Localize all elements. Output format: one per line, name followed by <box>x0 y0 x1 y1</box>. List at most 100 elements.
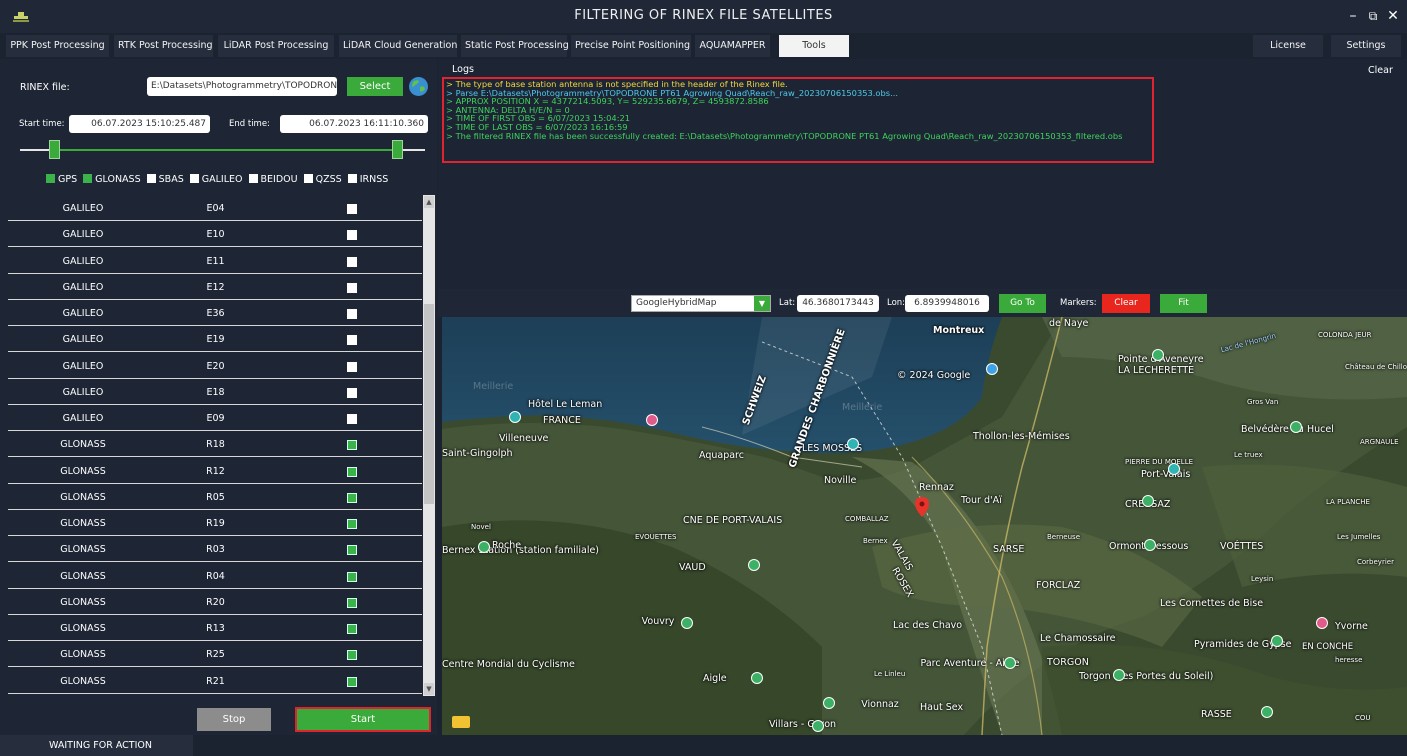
tab-ppk-post-processing[interactable]: PPK Post Processing <box>6 35 109 57</box>
end-time-handle[interactable] <box>392 140 403 159</box>
park-pin-icon[interactable] <box>1271 635 1283 647</box>
tab-tools[interactable]: Tools <box>779 35 849 57</box>
location-marker-icon[interactable] <box>915 497 929 517</box>
rinex-file-input[interactable]: E:\Datasets\Photogrammetry\TOPODRONE PT6… <box>147 77 337 96</box>
constellation-galileo[interactable]: GALILEO <box>189 174 243 185</box>
constellation-gps[interactable]: GPS <box>46 174 77 185</box>
park-pin-icon[interactable] <box>823 697 835 709</box>
scroll-down-icon[interactable]: ▼ <box>424 683 434 695</box>
end-time-input[interactable]: 06.07.2023 16:11:10.360 <box>280 115 428 133</box>
satellite-checkbox[interactable] <box>347 650 357 661</box>
satellite-row[interactable]: GALILEO E36 <box>8 300 422 326</box>
close-button[interactable]: ✕ <box>1383 6 1403 26</box>
satellite-row[interactable]: GLONASSR14 <box>8 694 422 696</box>
poi-pin-icon[interactable] <box>986 363 998 375</box>
start-button[interactable]: Start <box>295 707 431 732</box>
satellite-row[interactable]: GALILEO E12 <box>8 274 422 300</box>
satellite-checkbox[interactable] <box>347 230 357 241</box>
satellite-row[interactable]: GLONASS R12 <box>8 458 422 484</box>
satellite-checkbox[interactable] <box>347 335 357 346</box>
tab-lidar-cloud-generation[interactable]: LiDAR Cloud Generation <box>339 35 457 57</box>
stop-button[interactable]: Stop <box>197 708 271 731</box>
satellite-checkbox[interactable] <box>347 309 357 319</box>
lat-input[interactable]: 46.3680173443 <box>797 295 879 312</box>
markers-clear-button[interactable]: Clear <box>1102 294 1150 313</box>
logs-clear-button[interactable]: Clear <box>1368 65 1393 76</box>
poi-pin-icon[interactable] <box>509 411 521 423</box>
sbas-checkbox[interactable] <box>146 174 156 183</box>
select-button[interactable]: Select <box>347 77 403 96</box>
satellite-map[interactable]: Montreux de Naye COLONDA JEUR Lac de l'H… <box>442 317 1407 735</box>
satellite-checkbox[interactable] <box>347 204 357 214</box>
poi-pin-icon[interactable] <box>1316 617 1328 629</box>
satellite-row[interactable]: GLONASS R05 <box>8 484 422 510</box>
park-pin-icon[interactable] <box>1152 349 1164 361</box>
chevron-down-icon[interactable]: ▼ <box>754 296 770 311</box>
restore-button[interactable]: ⧉ <box>1363 6 1383 26</box>
satellite-checkbox[interactable] <box>347 256 357 267</box>
satellite-checkbox[interactable] <box>347 571 357 582</box>
satellite-row[interactable]: GLONASS R13 <box>8 615 422 641</box>
constellation-qzss[interactable]: QZSS <box>303 174 342 185</box>
constellation-irnss[interactable]: IRNSS <box>347 174 388 185</box>
park-pin-icon[interactable] <box>1261 706 1273 718</box>
satellite-row[interactable]: GALILEO E20 <box>8 353 422 379</box>
satellite-row[interactable]: GALILEO E10 <box>8 221 422 248</box>
satellite-checkbox[interactable] <box>347 387 357 398</box>
satellite-row[interactable]: GALILEO E18 <box>8 379 422 405</box>
satellite-row[interactable]: GLONASS R18 <box>8 431 422 458</box>
start-time-input[interactable]: 06.07.2023 15:10:25.487 <box>69 115 210 133</box>
constellation-beidou[interactable]: BEIDOU <box>248 174 298 185</box>
park-pin-icon[interactable] <box>748 559 760 571</box>
markers-fit-button[interactable]: Fit <box>1160 294 1207 313</box>
park-pin-icon[interactable] <box>1290 421 1302 433</box>
scrollbar-thumb[interactable] <box>424 304 434 504</box>
beidou-checkbox[interactable] <box>248 174 258 183</box>
satellite-row[interactable]: GLONASS R21 <box>8 668 422 694</box>
constellation-glonass[interactable]: GLONASS <box>83 174 141 185</box>
satellite-checkbox[interactable] <box>347 440 357 451</box>
park-pin-icon[interactable] <box>1004 657 1016 669</box>
gps-checkbox[interactable] <box>46 174 55 183</box>
poi-pin-icon[interactable] <box>847 438 859 450</box>
satellite-list-scrollbar[interactable]: ▲ ▼ <box>423 195 435 696</box>
go-to-button[interactable]: Go To <box>999 294 1046 313</box>
satellite-checkbox[interactable] <box>347 361 357 372</box>
satellite-row[interactable]: GALILEO E11 <box>8 248 422 274</box>
satellite-row[interactable]: GLONASS R04 <box>8 563 422 589</box>
globe-icon[interactable] <box>408 76 429 97</box>
tab-rtk-post-processing[interactable]: RTK Post Processing <box>114 35 213 57</box>
park-pin-icon[interactable] <box>1142 495 1154 507</box>
park-pin-icon[interactable] <box>681 617 693 629</box>
satellite-checkbox[interactable] <box>347 624 357 634</box>
start-time-handle[interactable] <box>49 140 60 159</box>
satellite-checkbox[interactable] <box>347 545 357 556</box>
satellite-row[interactable]: GLONASS R19 <box>8 510 422 536</box>
satellite-checkbox[interactable] <box>347 597 357 608</box>
lon-input[interactable]: 6.8939948016 <box>905 295 989 312</box>
qzss-checkbox[interactable] <box>303 174 313 183</box>
tab-precise-point-positioning[interactable]: Precise Point Positioning <box>571 35 691 57</box>
galileo-checkbox[interactable] <box>189 174 199 183</box>
satellite-checkbox[interactable] <box>347 492 357 503</box>
satellite-checkbox[interactable] <box>347 519 357 529</box>
satellite-row[interactable]: GALILEO E09 <box>8 405 422 431</box>
tab-license[interactable]: License <box>1253 35 1323 57</box>
irnss-checkbox[interactable] <box>347 174 357 183</box>
park-pin-icon[interactable] <box>478 541 490 553</box>
poi-pin-icon[interactable] <box>1168 463 1180 475</box>
satellite-row[interactable]: GALILEO E04 <box>8 195 422 221</box>
glonass-checkbox[interactable] <box>83 174 93 183</box>
scroll-up-icon[interactable]: ▲ <box>424 196 434 208</box>
tab-static-post-processing[interactable]: Static Post Processing <box>461 35 569 57</box>
park-pin-icon[interactable] <box>751 672 763 684</box>
park-pin-icon[interactable] <box>1144 539 1156 551</box>
tab-aquamapper[interactable]: AQUAMAPPER <box>695 35 770 57</box>
satellite-checkbox[interactable] <box>347 466 357 477</box>
tab-lidar-post-processing[interactable]: LiDAR Post Processing <box>218 35 334 57</box>
map-provider-select[interactable]: GoogleHybridMap ▼ <box>631 295 771 312</box>
satellite-row[interactable]: GLONASS R25 <box>8 641 422 668</box>
minimize-button[interactable]: – <box>1343 6 1363 26</box>
satellite-checkbox[interactable] <box>347 414 357 424</box>
park-pin-icon[interactable] <box>812 720 824 732</box>
